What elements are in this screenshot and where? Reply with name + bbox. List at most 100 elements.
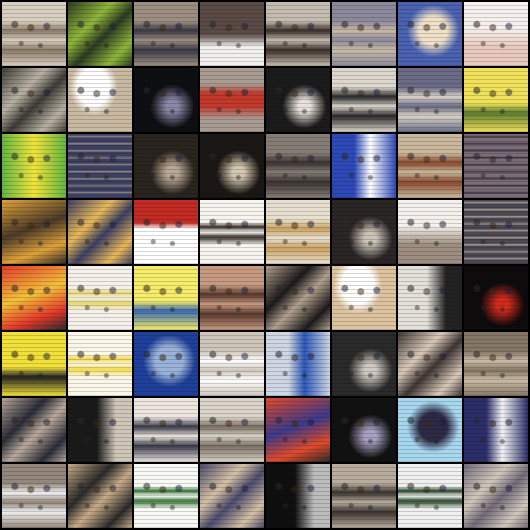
grid-tile — [266, 200, 330, 264]
tile-noise — [332, 134, 396, 198]
grid-tile — [200, 332, 264, 396]
tile-noise — [332, 398, 396, 462]
tile-noise — [398, 266, 462, 330]
grid-tile — [200, 200, 264, 264]
grid-tile — [68, 134, 132, 198]
grid-tile — [332, 332, 396, 396]
tile-noise — [464, 68, 528, 132]
grid-tile — [266, 2, 330, 66]
grid-tile — [200, 2, 264, 66]
grid-tile — [464, 200, 528, 264]
tile-noise — [68, 200, 132, 264]
grid-tile — [266, 68, 330, 132]
tile-noise — [2, 68, 66, 132]
grid-tile — [332, 134, 396, 198]
tile-noise — [398, 464, 462, 528]
tile-noise — [200, 464, 264, 528]
tile-noise — [2, 200, 66, 264]
grid-tile — [398, 332, 462, 396]
tile-noise — [332, 332, 396, 396]
tile-noise — [464, 332, 528, 396]
grid-tile — [134, 464, 198, 528]
grid-tile — [134, 332, 198, 396]
grid-tile — [398, 68, 462, 132]
tile-noise — [68, 134, 132, 198]
tile-noise — [266, 266, 330, 330]
tile-noise — [134, 266, 198, 330]
tile-noise — [200, 200, 264, 264]
grid-tile — [464, 266, 528, 330]
grid-tile — [332, 266, 396, 330]
grid-tile — [398, 200, 462, 264]
grid-tile — [332, 398, 396, 462]
grid-tile — [2, 2, 66, 66]
tile-noise — [464, 200, 528, 264]
tile-noise — [464, 464, 528, 528]
tile-noise — [332, 68, 396, 132]
grid-tile — [266, 266, 330, 330]
grid-tile — [200, 464, 264, 528]
tile-noise — [332, 2, 396, 66]
grid-tile — [2, 464, 66, 528]
tile-noise — [2, 332, 66, 396]
tile-noise — [398, 398, 462, 462]
tile-noise — [332, 464, 396, 528]
grid-tile — [200, 266, 264, 330]
tile-noise — [2, 398, 66, 462]
grid-tile — [134, 398, 198, 462]
tile-noise — [68, 464, 132, 528]
tile-noise — [464, 134, 528, 198]
tile-noise — [266, 464, 330, 528]
tile-noise — [398, 68, 462, 132]
image-grid — [0, 0, 530, 530]
tile-noise — [464, 398, 528, 462]
grid-tile — [68, 2, 132, 66]
grid-tile — [200, 134, 264, 198]
grid-tile — [200, 68, 264, 132]
grid-tile — [266, 398, 330, 462]
grid-tile — [398, 398, 462, 462]
tile-noise — [134, 200, 198, 264]
grid-tile — [2, 332, 66, 396]
grid-tile — [332, 200, 396, 264]
tile-noise — [200, 332, 264, 396]
tile-noise — [134, 398, 198, 462]
tile-noise — [2, 2, 66, 66]
tile-noise — [134, 464, 198, 528]
tile-noise — [68, 398, 132, 462]
grid-tile — [464, 68, 528, 132]
tile-noise — [200, 68, 264, 132]
tile-noise — [266, 134, 330, 198]
tile-noise — [464, 2, 528, 66]
grid-tile — [464, 464, 528, 528]
tile-noise — [134, 134, 198, 198]
tile-noise — [2, 266, 66, 330]
grid-tile — [266, 332, 330, 396]
tile-noise — [398, 2, 462, 66]
grid-tile — [398, 266, 462, 330]
grid-tile — [68, 266, 132, 330]
grid-tile — [68, 200, 132, 264]
tile-noise — [134, 2, 198, 66]
tile-noise — [332, 200, 396, 264]
tile-noise — [200, 266, 264, 330]
grid-tile — [134, 134, 198, 198]
tile-noise — [266, 2, 330, 66]
tile-noise — [134, 68, 198, 132]
grid-tile — [464, 2, 528, 66]
grid-tile — [464, 134, 528, 198]
tile-noise — [68, 332, 132, 396]
tile-noise — [134, 332, 198, 396]
grid-tile — [134, 68, 198, 132]
grid-tile — [332, 2, 396, 66]
tile-noise — [332, 266, 396, 330]
grid-tile — [134, 200, 198, 264]
grid-tile — [134, 2, 198, 66]
grid-tile — [266, 134, 330, 198]
tile-noise — [266, 398, 330, 462]
tile-noise — [200, 398, 264, 462]
tile-noise — [398, 200, 462, 264]
grid-tile — [2, 398, 66, 462]
grid-tile — [68, 68, 132, 132]
tile-noise — [266, 332, 330, 396]
